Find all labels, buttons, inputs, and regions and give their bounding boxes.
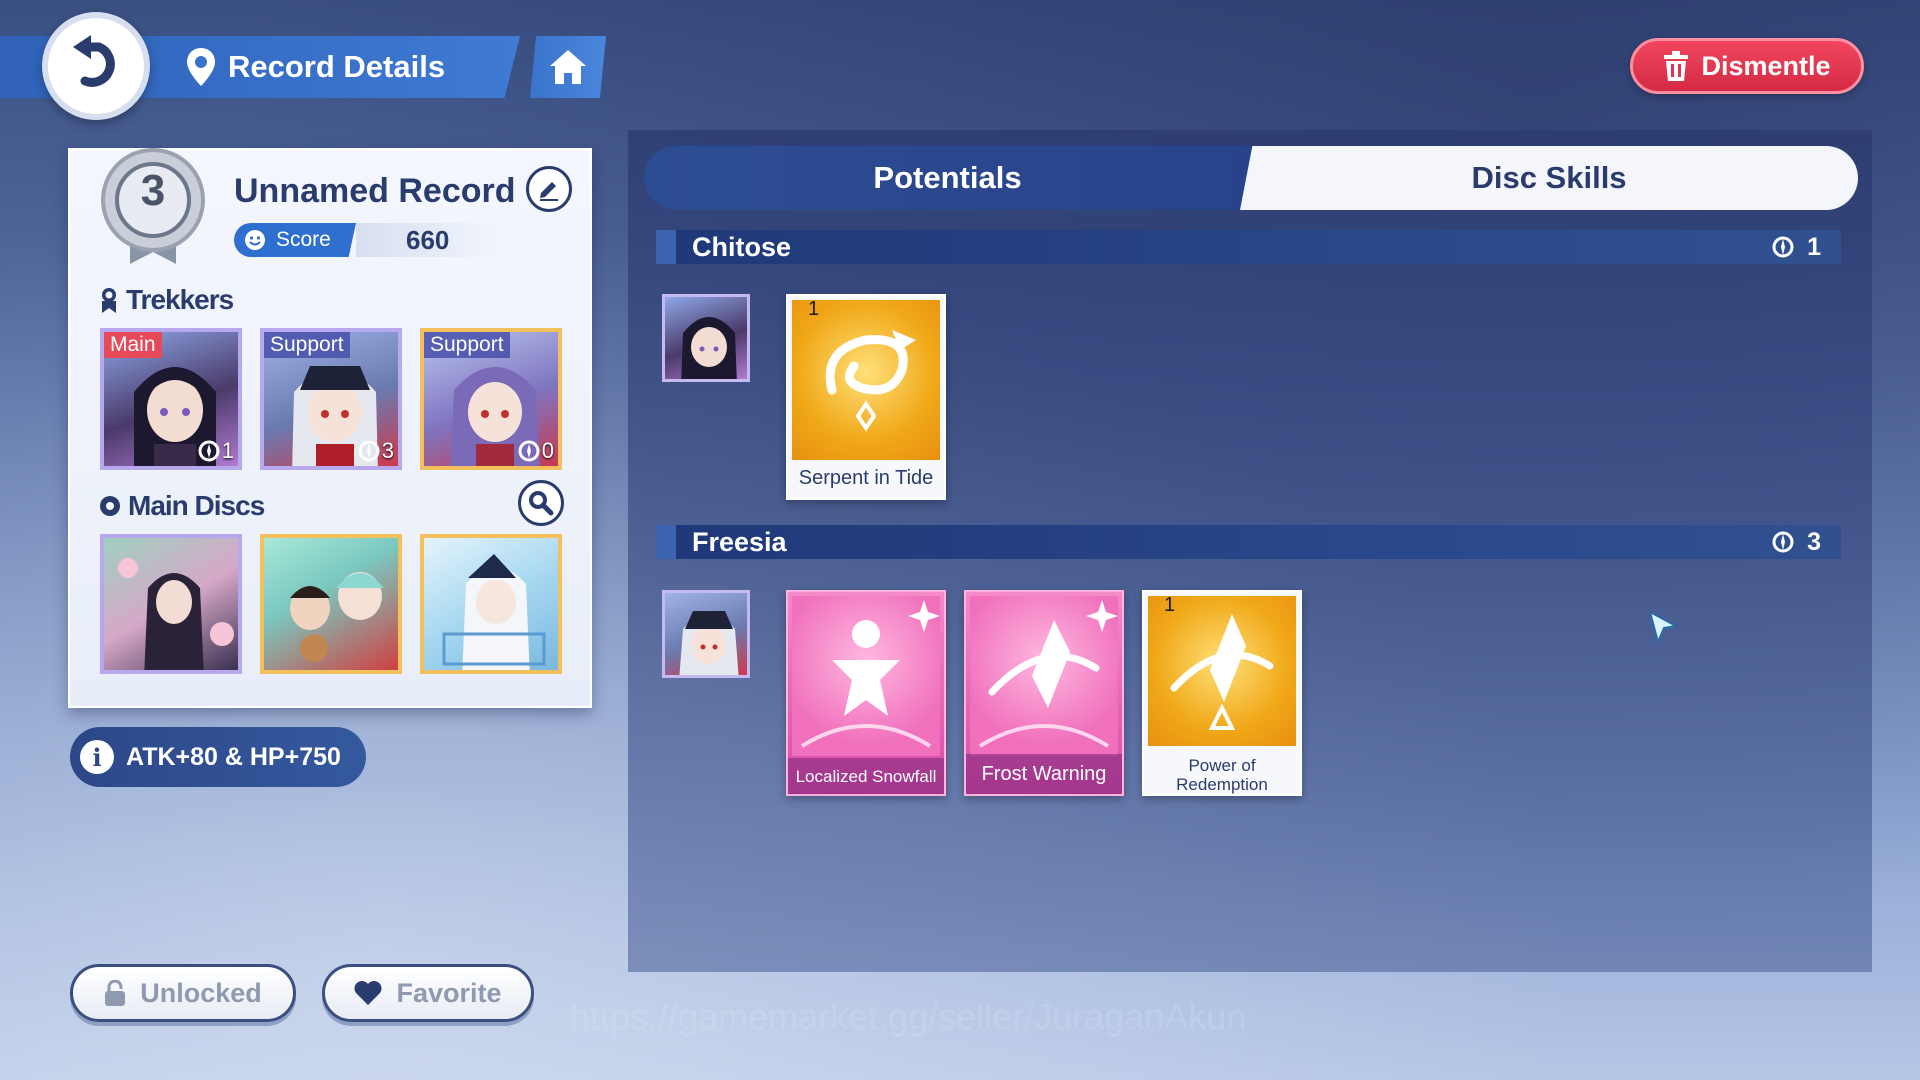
watermark: https://gamemarket.gg/seller/JuraganAkun	[570, 996, 1247, 1037]
potential-icon	[198, 440, 220, 462]
skill-level: 1	[808, 298, 820, 320]
trekker-potential-value: 1	[221, 438, 234, 463]
potential-icon	[358, 440, 380, 462]
disc-artwork-icon	[290, 572, 384, 662]
tab-bar: Potentials Disc Skills	[644, 146, 1858, 210]
potential-icon	[518, 440, 540, 462]
home-icon	[550, 50, 586, 84]
unlocked-button[interactable]: Unlocked	[70, 964, 296, 1022]
disc-skill-card[interactable]: Localized Snowfall	[786, 590, 946, 796]
tab-potentials[interactable]: Potentials	[644, 146, 1251, 210]
trekker-role-tag: Support	[264, 332, 350, 358]
character-name: Chitose	[692, 231, 792, 262]
snowfall-figure-icon	[800, 600, 940, 748]
heart-icon	[354, 981, 382, 1005]
record-card: 3 Unnamed Record Score 660 Trekkers Main…	[68, 148, 592, 708]
stat-bonus-pill[interactable]: i ATK+80 & HP+750	[70, 727, 366, 787]
character-avatar-chitose	[662, 294, 750, 382]
main-disc-3[interactable]	[420, 534, 562, 674]
main-discs-heading: Main Discs	[98, 490, 265, 522]
trekker-potential-value: 0	[541, 438, 554, 463]
trekkers-heading: Trekkers	[98, 284, 234, 316]
skill-art	[792, 300, 940, 460]
potential-icon	[1772, 531, 1794, 553]
trekker-portrait-support-1[interactable]: Support 3	[260, 328, 402, 470]
main-disc-1[interactable]	[100, 534, 242, 674]
score-label-pill: Score	[234, 223, 356, 257]
record-name: Unnamed Record	[234, 172, 516, 210]
main-discs-heading-text: Main Discs	[128, 490, 265, 521]
disc-search-button[interactable]	[518, 480, 564, 526]
trekker-role-tag: Support	[424, 332, 510, 358]
favorite-button[interactable]: Favorite	[322, 964, 534, 1022]
serpent-icon	[825, 330, 916, 432]
trekker-portrait-support-2[interactable]: Support 0	[420, 328, 562, 470]
disc-artwork-icon	[118, 558, 234, 670]
trekker-potential-value: 3	[381, 438, 394, 463]
character-header-chitose: Chitose 1	[656, 230, 1841, 264]
skill-name: Serpent in Tide	[798, 466, 934, 489]
rank-badge: 3	[100, 148, 206, 264]
page-title: Record Details	[228, 49, 446, 84]
pencil-icon	[540, 182, 558, 201]
score-row: Score 660	[234, 223, 506, 257]
skill-art	[970, 596, 1118, 756]
location-pin-icon	[187, 48, 215, 86]
character-name: Freesia	[692, 526, 787, 557]
skill-art	[1148, 596, 1296, 746]
lock-icon	[105, 980, 126, 1006]
home-button[interactable]	[530, 36, 606, 98]
character-count-value: 1	[1807, 232, 1821, 261]
trekker-role-tag: Main	[104, 332, 162, 358]
back-arrow-icon	[73, 35, 115, 87]
trekker-portrait-main[interactable]: Main 1	[100, 328, 242, 470]
trash-icon	[1664, 51, 1689, 81]
disc-skill-card[interactable]: 1 Power of Redemption	[1142, 590, 1302, 796]
page-title-wrap: Record Details	[186, 44, 445, 90]
frost-crystal-icon	[978, 600, 1118, 748]
unlocked-label: Unlocked	[140, 977, 262, 1008]
edit-name-button[interactable]	[526, 166, 572, 212]
smiley-icon	[245, 230, 265, 250]
skill-name: Localized Snowfall	[788, 758, 944, 794]
trekker-potential: 3	[358, 438, 394, 464]
score-label: Score	[276, 228, 331, 251]
skill-level: 1	[1164, 594, 1176, 616]
skills-panel: Potentials Disc Skills Chitose 1 1 Serpe…	[628, 130, 1872, 972]
tab-disc-skills[interactable]: Disc Skills	[1240, 146, 1858, 210]
disc-skill-card[interactable]: 1 Serpent in Tide	[786, 294, 946, 500]
mouse-cursor-icon	[1648, 610, 1678, 644]
dismantle-button[interactable]: Dismentle	[1630, 38, 1864, 94]
skill-name: Frost Warning	[966, 754, 1122, 794]
character-count-value: 3	[1807, 527, 1821, 556]
disc-icon	[100, 496, 120, 516]
disc-skill-card[interactable]: Frost Warning	[964, 590, 1124, 796]
skill-name: Power of Redemption	[1176, 756, 1268, 794]
character-header-freesia: Freesia 3	[656, 525, 1841, 559]
character-avatar-icon	[681, 317, 737, 379]
trekker-icon	[102, 288, 116, 313]
skill-art	[792, 596, 940, 756]
potential-icon	[1772, 236, 1794, 258]
score-value: 660	[356, 223, 506, 257]
character-avatar-icon	[679, 611, 739, 675]
trekker-potential: 1	[198, 438, 234, 464]
main-disc-2[interactable]	[260, 534, 402, 674]
disc-artwork-icon	[442, 554, 546, 670]
favorite-label: Favorite	[396, 977, 502, 1008]
stat-bonus-text: ATK+80 & HP+750	[126, 742, 341, 771]
redemption-blade-icon	[1170, 614, 1274, 730]
trekker-potential: 0	[518, 438, 554, 464]
search-icon	[529, 491, 554, 516]
dismantle-label: Dismentle	[1701, 50, 1831, 81]
back-button[interactable]	[42, 12, 150, 120]
rank-number: 3	[140, 166, 166, 215]
info-icon: i	[80, 740, 114, 774]
character-skill-count: 1	[1771, 233, 1821, 262]
character-avatar-freesia	[662, 590, 750, 678]
trekkers-heading-text: Trekkers	[126, 284, 234, 315]
character-skill-count: 3	[1771, 528, 1821, 557]
